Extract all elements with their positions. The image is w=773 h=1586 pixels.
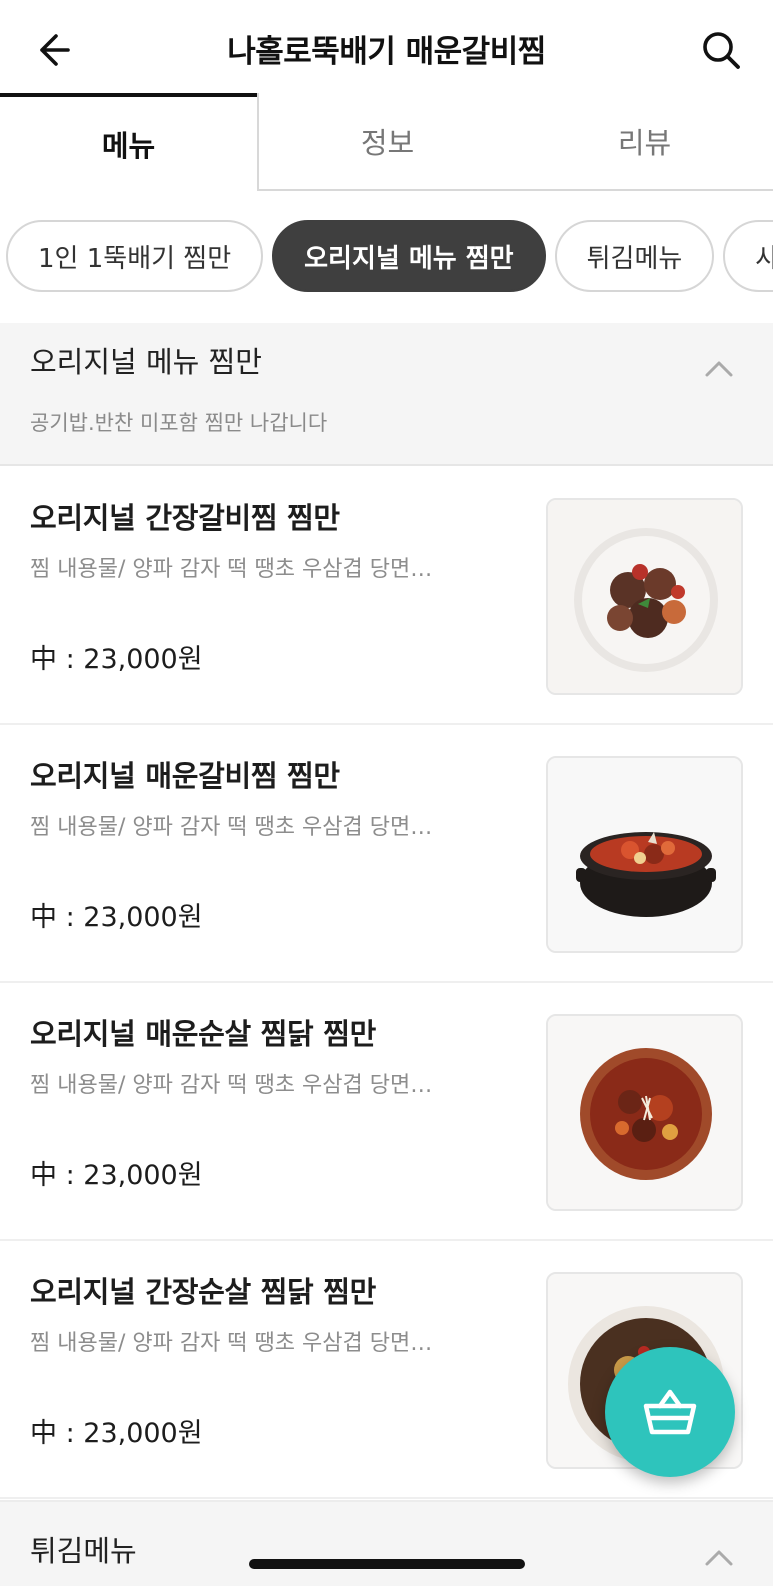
section-title: 오리지널 메뉴 찜만: [30, 345, 262, 379]
tab-review[interactable]: 리뷰: [516, 93, 773, 191]
menu-item-name: 오리지널 간장순살 찜닭 찜만: [30, 1275, 376, 1309]
home-indicator: [249, 1559, 525, 1569]
menu-item-description: 찜 내용물/ 양파 감자 떡 땡초 우삼겹 당면…: [30, 1331, 433, 1356]
tab-menu[interactable]: 메뉴: [0, 93, 257, 191]
menu-item-name: 오리지널 매운순살 찜닭 찜만: [30, 1017, 376, 1051]
menu-item-price: 中 : 23,000원: [30, 1418, 203, 1449]
menu-item[interactable]: 오리지널 매운갈비찜 찜만 찜 내용물/ 양파 감자 떡 땡초 우삼겹 당면… …: [0, 725, 773, 983]
chip-single-ttukbaegi[interactable]: 1인 1뚝배기 찜만: [6, 220, 264, 292]
basket-icon: [643, 1389, 697, 1435]
section-title: 튀김메뉴: [30, 1534, 137, 1568]
section-header-fried[interactable]: 튀김메뉴: [0, 1500, 773, 1586]
menu-item-price: 中 : 23,000원: [30, 644, 203, 675]
search-button[interactable]: [691, 22, 751, 78]
section-header[interactable]: 오리지널 메뉴 찜만 공기밥.반찬 미포함 찜만 나갑니다: [0, 323, 773, 466]
menu-list: 오리지널 간장갈비찜 찜만 찜 내용물/ 양파 감자 떡 땡초 우삼겹 당면… …: [0, 467, 773, 1499]
page-title: 나홀로뚝배기 매운갈비찜: [227, 34, 546, 70]
chip-original-menu[interactable]: 오리지널 메뉴 찜만: [272, 220, 546, 292]
menu-item-name: 오리지널 매운갈비찜 찜만: [30, 759, 340, 793]
menu-item-description: 찜 내용물/ 양파 감자 떡 땡초 우삼겹 당면…: [30, 557, 433, 582]
menu-item-price: 中 : 23,000원: [30, 902, 203, 933]
section-subtitle: 공기밥.반찬 미포함 찜만 나갑니다: [30, 411, 328, 435]
menu-item-description: 찜 내용물/ 양파 감자 떡 땡초 우삼겹 당면…: [30, 1073, 433, 1098]
chevron-up-icon[interactable]: [699, 353, 739, 383]
menu-item-image: [546, 756, 743, 953]
menu-item-description: 찜 내용물/ 양파 감자 떡 땡초 우삼겹 당면…: [30, 815, 433, 840]
menu-item-name: 오리지널 간장갈비찜 찜만: [30, 501, 340, 535]
menu-item[interactable]: 오리지널 간장갈비찜 찜만 찜 내용물/ 양파 감자 떡 땡초 우삼겹 당면… …: [0, 467, 773, 725]
arrow-left-icon: [40, 34, 70, 66]
tab-bar: 메뉴 정보 리뷰: [0, 93, 773, 191]
menu-item-image: [546, 498, 743, 695]
search-icon: [703, 32, 740, 69]
menu-item-price: 中 : 23,000원: [30, 1160, 203, 1191]
back-button[interactable]: [22, 22, 82, 78]
tab-info[interactable]: 정보: [257, 93, 516, 191]
app-header: 나홀로뚝배기 매운갈비찜: [0, 0, 773, 96]
chip-side[interactable]: 사이드: [723, 220, 773, 292]
menu-item-image: [546, 1014, 743, 1211]
cart-button[interactable]: [605, 1347, 735, 1477]
menu-item[interactable]: 오리지널 매운순살 찜닭 찜만 찜 내용물/ 양파 감자 떡 땡초 우삼겹 당면…: [0, 983, 773, 1241]
chevron-up-icon[interactable]: [699, 1542, 739, 1572]
category-chips: 1인 1뚝배기 찜만 오리지널 메뉴 찜만 튀김메뉴 사이드: [0, 220, 773, 294]
chip-fried-menu[interactable]: 튀김메뉴: [554, 220, 715, 292]
